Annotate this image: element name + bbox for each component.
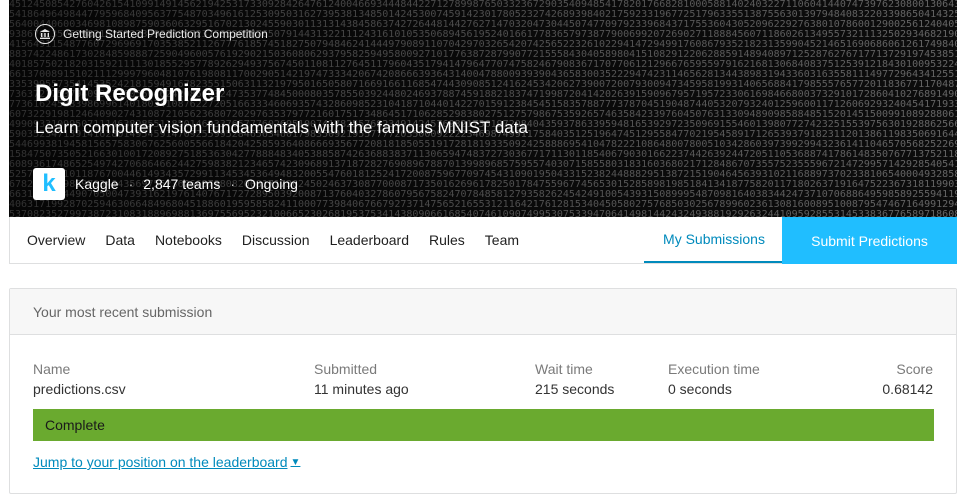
- execution-time-column: Execution time 0 seconds: [668, 361, 760, 401]
- score-column: Score 0.68142: [882, 361, 933, 401]
- tab-data[interactable]: Data: [105, 232, 135, 248]
- wait-time-value: 215 seconds: [535, 381, 615, 397]
- wait-time-column: Wait time 215 seconds: [535, 361, 614, 401]
- tab-leaderboard[interactable]: Leaderboard: [330, 232, 409, 248]
- tab-notebooks[interactable]: Notebooks: [155, 232, 222, 248]
- institution-icon: [35, 24, 55, 44]
- submission-details: Name predictions.csv Submitted 11 minute…: [10, 361, 956, 403]
- name-column: Name predictions.csv: [33, 361, 126, 401]
- file-name: predictions.csv: [33, 381, 126, 397]
- tab-discussion[interactable]: Discussion: [242, 232, 310, 248]
- tab-team[interactable]: Team: [485, 232, 519, 248]
- competition-header: 4512450854276042615410991491456219425317…: [9, 0, 957, 217]
- competition-status: Ongoing: [245, 176, 298, 192]
- submitted-column: Submitted 11 minutes ago: [314, 361, 409, 401]
- jump-link-label[interactable]: Jump to your position on the leaderboard: [33, 454, 288, 470]
- execution-time-label: Execution time: [668, 361, 760, 377]
- competition-type: Getting Started Prediction Competition: [35, 24, 268, 44]
- score-value: 0.68142: [882, 381, 933, 397]
- submit-predictions-button[interactable]: Submit Predictions: [782, 217, 957, 264]
- competition-nav: Overview Data Notebooks Discussion Leade…: [9, 217, 957, 264]
- wait-time-label: Wait time: [535, 361, 593, 377]
- status-badge: Complete: [33, 409, 934, 441]
- jump-to-leaderboard-link[interactable]: Jump to your position on the leaderboard…: [33, 452, 300, 472]
- host-name[interactable]: Kaggle: [75, 176, 119, 192]
- separator-dot: ·: [128, 176, 134, 192]
- tab-my-submissions[interactable]: My Submissions: [644, 217, 784, 263]
- competition-subtitle: Learn computer vision fundamentals with …: [35, 118, 528, 137]
- competition-meta: k Kaggle · 2,847 teams · Ongoing: [33, 168, 298, 200]
- score-label: Score: [896, 361, 933, 377]
- kaggle-logo-icon[interactable]: k: [33, 168, 65, 200]
- competition-title: Digit Recognizer: [35, 80, 225, 107]
- recent-submission-card: Your most recent submission Name predict…: [9, 288, 957, 494]
- card-header: Your most recent submission: [10, 289, 956, 335]
- competition-type-label: Getting Started Prediction Competition: [63, 27, 268, 41]
- separator-dot: ·: [230, 176, 235, 192]
- execution-time-value: 0 seconds: [668, 381, 732, 397]
- nav-tabs: Overview Data Notebooks Discussion Leade…: [27, 217, 539, 263]
- submitted-time: 11 minutes ago: [314, 381, 409, 397]
- submitted-label: Submitted: [314, 361, 378, 377]
- caret-down-icon[interactable]: ▼: [291, 457, 301, 468]
- name-label: Name: [33, 361, 71, 377]
- team-count: 2,847 teams: [143, 176, 221, 192]
- tab-rules[interactable]: Rules: [429, 232, 465, 248]
- tab-overview[interactable]: Overview: [27, 232, 85, 248]
